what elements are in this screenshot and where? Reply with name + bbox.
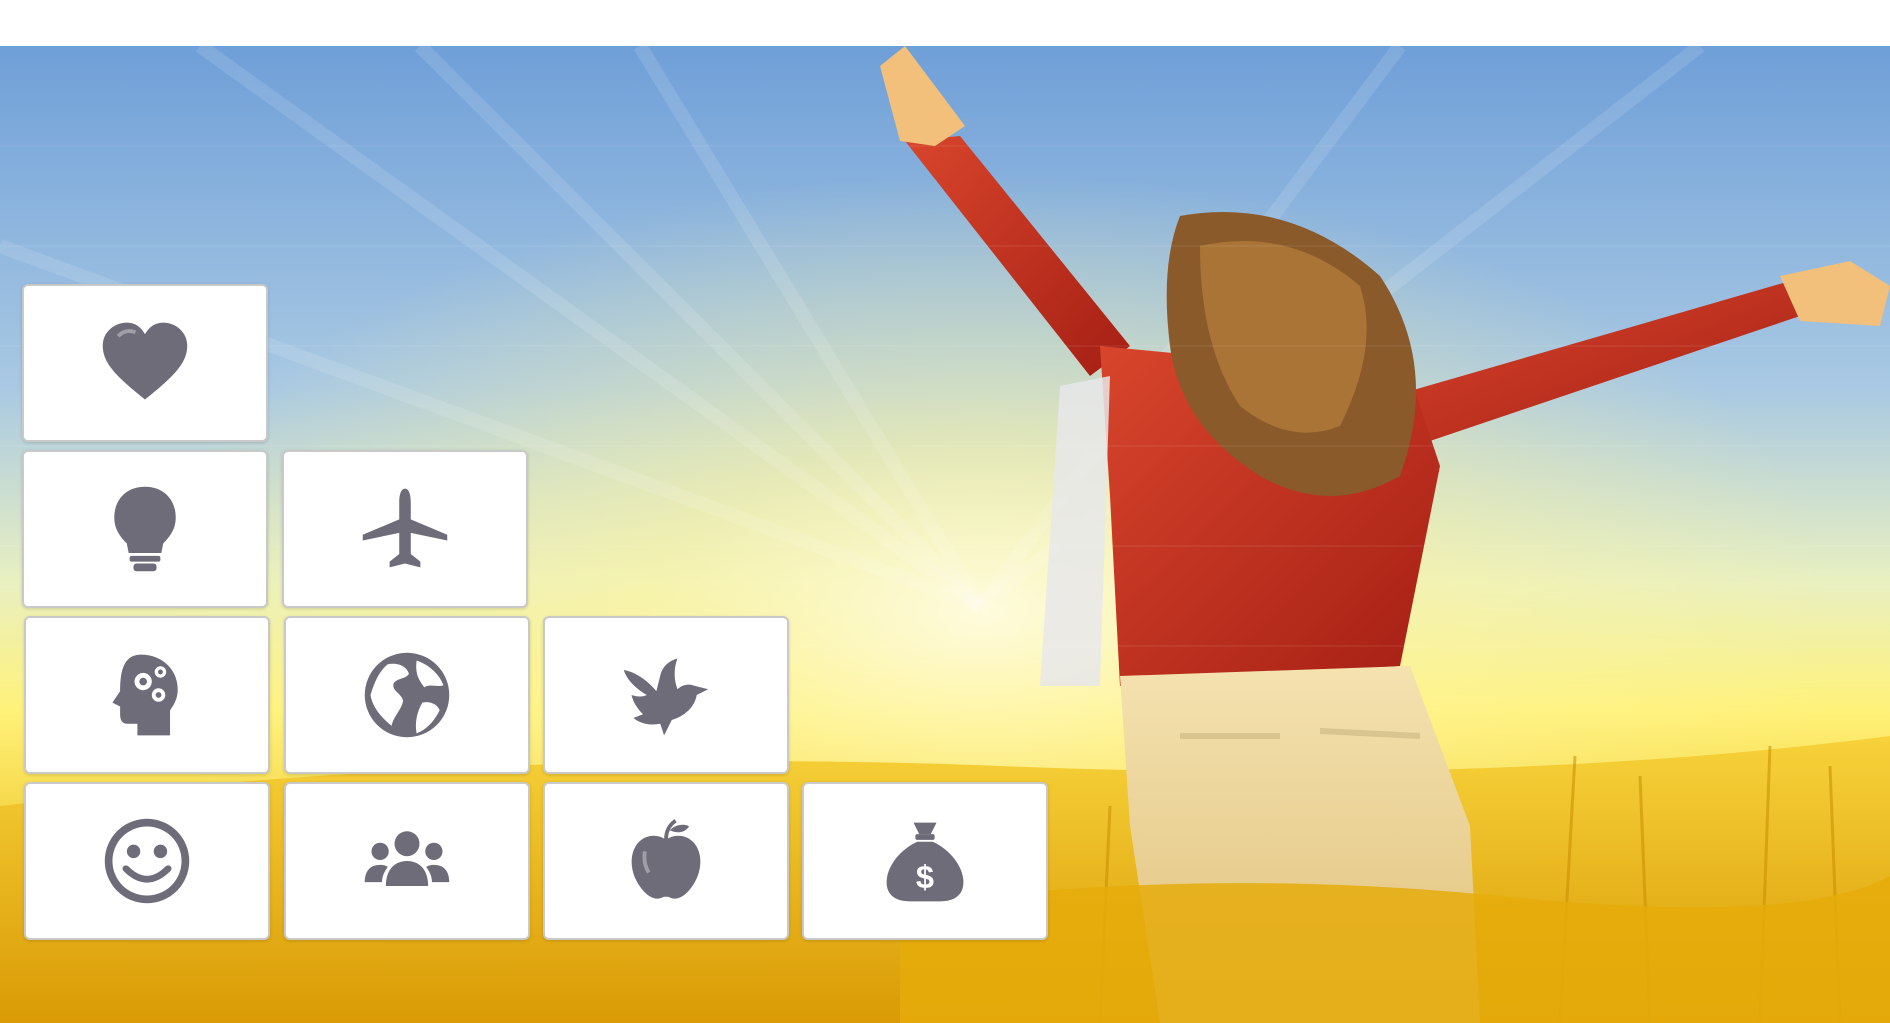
top-header-strip bbox=[0, 0, 1890, 48]
tile-heart[interactable] bbox=[22, 284, 268, 442]
lightbulb-icon bbox=[114, 486, 176, 572]
airplane-icon bbox=[362, 488, 448, 568]
tile-mind[interactable] bbox=[24, 616, 270, 774]
head-gears-icon bbox=[112, 654, 178, 736]
heart-icon bbox=[102, 322, 188, 400]
money-bag-icon: $ bbox=[886, 822, 964, 902]
tile-apple[interactable] bbox=[543, 782, 789, 940]
tile-globe[interactable] bbox=[284, 616, 530, 774]
tile-money[interactable]: $ bbox=[802, 782, 1048, 940]
people-group-icon bbox=[364, 831, 450, 886]
tile-people[interactable] bbox=[284, 782, 530, 940]
tile-smiley[interactable] bbox=[24, 782, 270, 940]
apple-icon bbox=[631, 819, 701, 899]
tile-airplane[interactable] bbox=[282, 450, 528, 608]
money-symbol: $ bbox=[916, 858, 934, 895]
tile-lightbulb[interactable] bbox=[22, 450, 268, 608]
globe-icon bbox=[364, 652, 450, 738]
tile-dove[interactable] bbox=[543, 616, 789, 774]
smiley-face-icon bbox=[104, 818, 190, 904]
dove-icon bbox=[623, 658, 709, 736]
